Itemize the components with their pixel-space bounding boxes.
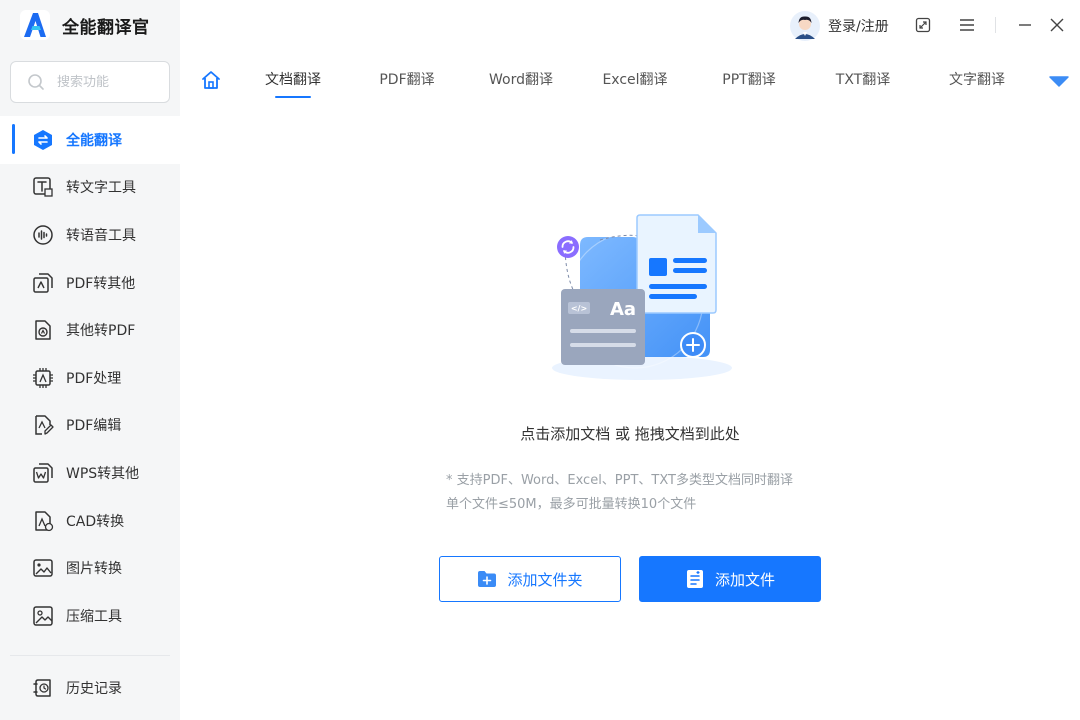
sidebar-divider	[10, 655, 170, 656]
file-add-icon	[685, 569, 705, 589]
sidebar-item-compress[interactable]: 压缩工具	[0, 592, 180, 640]
text-convert-icon	[32, 176, 54, 198]
history-icon	[32, 677, 54, 699]
pdf-edit-icon	[32, 414, 54, 436]
sidebar-item-label: PDF编辑	[66, 418, 122, 435]
tab-pdf-translate[interactable]: PDF翻译	[379, 69, 434, 89]
search-icon	[28, 74, 44, 90]
sidebar-item-label: PDF处理	[66, 370, 122, 387]
add-file-button[interactable]: 添加文件	[639, 556, 821, 602]
pdf-import-icon	[32, 319, 54, 341]
tab-bar: 文档翻译 PDF翻译 Word翻译 Excel翻译 PPT翻译 TXT翻译 文字…	[180, 52, 1080, 108]
drop-title: 点击添加文档 或 拖拽文档到此处	[520, 425, 740, 443]
swap-icon	[32, 129, 54, 151]
sidebar-item-pdf-to-other[interactable]: PDF转其他	[0, 259, 180, 307]
sidebar-item-other-to-pdf[interactable]: 其他转PDF	[0, 306, 180, 354]
tab-document-translate[interactable]: 文档翻译	[265, 69, 321, 89]
pdf-export-icon	[32, 272, 54, 294]
tab-word-translate[interactable]: Word翻译	[489, 69, 553, 89]
tab-more-button[interactable]	[1048, 73, 1070, 87]
illustration-aa-text: Aa	[610, 299, 636, 320]
restore-button[interactable]	[913, 15, 933, 35]
minimize-icon	[1019, 24, 1031, 26]
sidebar-item-label: 压缩工具	[66, 608, 122, 625]
sidebar-item-label: 图片转换	[66, 561, 122, 578]
login-button[interactable]: 登录/注册	[790, 11, 889, 41]
sidebar-item-label: CAD转换	[66, 513, 125, 530]
cad-icon	[32, 510, 54, 532]
brand: 全能翻译官	[20, 10, 150, 40]
minimize-button[interactable]	[1015, 15, 1035, 35]
limit-hint: 单个文件≤50M，最多可批量转换10个文件	[446, 497, 697, 512]
sidebar-item-label: PDF转其他	[66, 275, 136, 292]
upload-illustration[interactable]: </> Aa	[540, 205, 740, 390]
sidebar-item-cad-convert[interactable]: CAD转换	[0, 497, 180, 545]
add-folder-label: 添加文件夹	[507, 570, 583, 589]
sidebar-item-all-translate[interactable]: 全能翻译	[0, 116, 180, 164]
home-button[interactable]	[201, 70, 221, 90]
support-hint: * 支持PDF、Word、Excel、PPT、TXT多类型文档同时翻译	[446, 473, 793, 488]
add-folder-button[interactable]: 添加文件夹	[439, 556, 621, 602]
sidebar-item-wps-to-other[interactable]: WPS转其他	[0, 449, 180, 497]
sidebar-item-label: 全能翻译	[66, 132, 122, 149]
tab-ppt-translate[interactable]: PPT翻译	[722, 69, 775, 89]
add-file-label: 添加文件	[714, 570, 775, 589]
tab-text-translate[interactable]: 文字翻译	[949, 69, 1005, 89]
sidebar: 全能翻译官 全能翻译	[0, 0, 180, 720]
close-button[interactable]	[1047, 15, 1067, 35]
sidebar-item-label: 转文字工具	[66, 180, 136, 197]
search-box[interactable]	[10, 61, 170, 103]
avatar-icon	[790, 11, 820, 41]
sidebar-item-image-convert[interactable]: 图片转换	[0, 544, 180, 592]
sidebar-item-pdf-process[interactable]: PDF处理	[0, 354, 180, 402]
image-icon	[32, 557, 54, 579]
folder-add-icon	[477, 569, 497, 589]
wps-icon	[32, 462, 54, 484]
sidebar-item-label: 其他转PDF	[66, 323, 136, 340]
restore-icon	[915, 17, 931, 33]
pdf-process-icon	[32, 367, 54, 389]
menu-icon	[960, 19, 974, 31]
app-name: 全能翻译官	[62, 17, 150, 38]
compress-icon	[32, 605, 54, 627]
search-input[interactable]	[55, 73, 155, 91]
sidebar-nav: 全能翻译 转文字工具 转语音工具 PDF转其他 其他转PDF PDF处理 PDF…	[0, 116, 180, 640]
sidebar-history-section: 历史记录	[0, 664, 180, 712]
triangle-down-icon	[1049, 76, 1069, 87]
title-bar-separator	[995, 17, 996, 33]
sidebar-item-history[interactable]: 历史记录	[0, 664, 180, 712]
sidebar-item-pdf-edit[interactable]: PDF编辑	[0, 402, 180, 450]
svg-text:</>: </>	[571, 304, 587, 313]
tab-txt-translate[interactable]: TXT翻译	[836, 69, 890, 89]
title-bar: 登录/注册	[180, 0, 1080, 50]
app-logo-icon	[20, 10, 50, 40]
close-icon	[1050, 18, 1064, 32]
tab-excel-translate[interactable]: Excel翻译	[602, 69, 667, 89]
sidebar-item-label: 历史记录	[66, 680, 122, 697]
sidebar-item-label: 转语音工具	[66, 227, 136, 244]
sidebar-item-label: WPS转其他	[66, 465, 140, 482]
voice-wave-icon	[32, 224, 54, 246]
menu-button[interactable]	[957, 15, 977, 35]
login-label: 登录/注册	[828, 19, 889, 35]
home-icon	[202, 71, 220, 89]
sidebar-item-voice-tools[interactable]: 转语音工具	[0, 211, 180, 259]
sidebar-item-text-tools[interactable]: 转文字工具	[0, 164, 180, 212]
